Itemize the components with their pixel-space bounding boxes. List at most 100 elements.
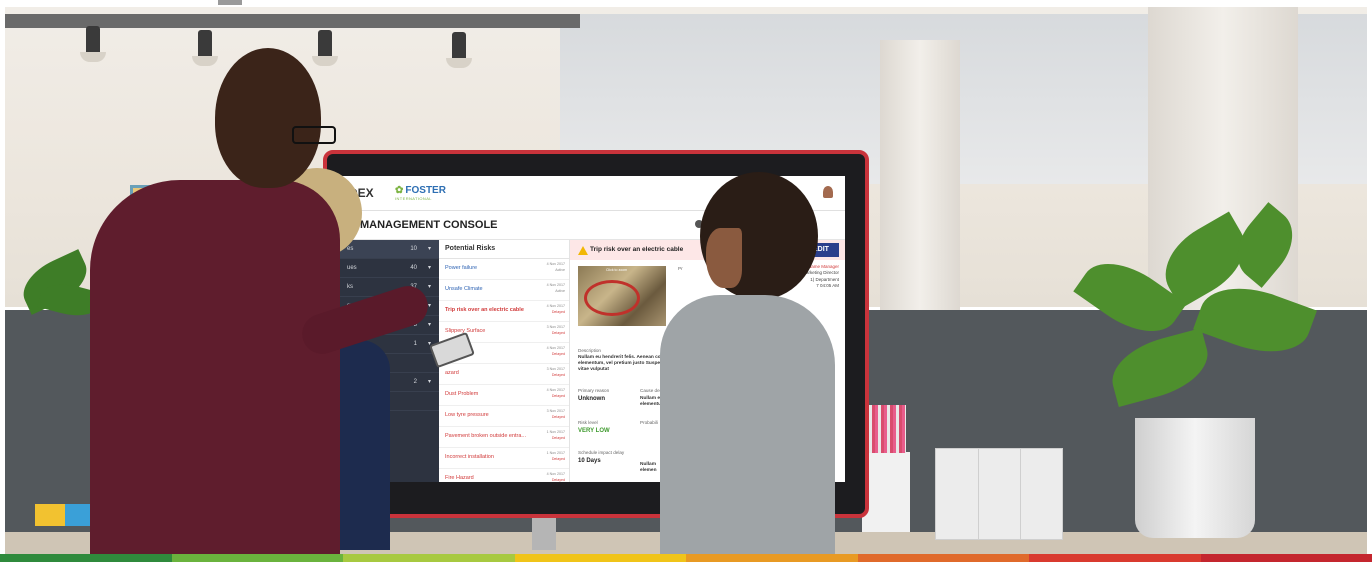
risk-row[interactable]: Power failure 4 Nov 2017 Active (439, 259, 569, 280)
chevron-down-icon: ▾ (427, 246, 431, 252)
risk-status: Delayed (551, 373, 565, 377)
chevron-down-icon: ▾ (427, 284, 431, 290)
risk-name: Low tyre pressure (445, 412, 489, 418)
risk-status: Delayed (551, 478, 565, 482)
risk-status: Delayed (551, 457, 565, 461)
risk-name: Trip risk over an electric cable (445, 307, 524, 313)
sidebar-item-label: ks (347, 284, 353, 290)
detail-title: Trip risk over an electric cable (590, 246, 684, 253)
risk-status: Delayed (551, 436, 565, 440)
person-maroon-shirt (90, 180, 340, 560)
probability-label: Probabili (640, 420, 658, 425)
risk-status: Active (555, 289, 565, 293)
risk-name: Fire Hazard (445, 475, 474, 481)
risk-status: Delayed (551, 394, 565, 398)
sidebar-item-count: 2 (413, 379, 417, 385)
risk-date: 4 Nov 2017 (546, 283, 565, 287)
risk-row[interactable]: Low tyre pressure 3 Nov 2017 Delayed (439, 406, 569, 427)
color-stripe-segment (1029, 554, 1201, 562)
warning-icon (578, 246, 588, 255)
risk-name: Pavement broken outside entra... (445, 433, 527, 439)
schedule-value: 10 Days (578, 458, 601, 464)
risk-date: 4 Nov 2017 (546, 472, 565, 476)
risk-date: 4 Nov 2017 (546, 346, 565, 350)
cable-highlight (584, 280, 640, 316)
risk-date: 1 Nov 2017 (546, 451, 565, 455)
sidebar-item-count: 10 (410, 246, 417, 252)
risk-row[interactable]: Incorrect installation 1 Nov 2017 Delayed (439, 448, 569, 469)
risk-name: Dust Problem (445, 391, 479, 397)
top-bar-mark (218, 0, 242, 5)
chevron-down-icon: ▾ (427, 379, 431, 385)
color-stripe-segment (171, 554, 343, 562)
leaf-icon: ✿ (395, 185, 404, 196)
risk-row[interactable]: azard 3 Nov 2017 Delayed (439, 364, 569, 385)
avatar[interactable] (823, 186, 833, 198)
color-stripe-segment (343, 554, 515, 562)
color-stripe-bar (0, 554, 1372, 562)
meta-prefix: Pr (678, 266, 683, 271)
risk-date: 4 Nov 2017 (546, 304, 565, 308)
risk-date: 4 Nov 2017 (546, 388, 565, 392)
sidebar-item[interactable]: es 10 ▾ (339, 240, 439, 259)
risk-status: Delayed (551, 415, 565, 419)
track-light (80, 26, 106, 62)
sidebar-item-label: es (347, 246, 354, 252)
risk-name: azard (445, 370, 459, 376)
risk-date: 3 Nov 2017 (546, 367, 565, 371)
sidebar-item-label: ues (347, 265, 357, 271)
risk-name: Incorrect installation (445, 454, 494, 460)
sidebar-item-count: 40 (410, 265, 417, 271)
pen-cup (862, 452, 910, 532)
risk-row[interactable]: Fire Hazard 4 Nov 2017 Delayed (439, 469, 569, 482)
risk-date: 3 Nov 2017 (546, 409, 565, 413)
photo-caption: Click to zoom (606, 268, 628, 272)
risk-row[interactable]: Trip risk over an electric cable 4 Nov 20… (439, 301, 569, 322)
risk-date: 4 Nov 2017 (546, 262, 565, 266)
risk-level-label: Risk level (578, 420, 598, 425)
color-stripe-segment (1200, 554, 1372, 562)
chevron-down-icon: ▾ (427, 303, 431, 309)
risk-row[interactable]: Unsafe Climate 4 Nov 2017 Active (439, 280, 569, 301)
risk-row[interactable]: Pavement broken outside entra... 1 Nov 20… (439, 427, 569, 448)
meta-line: 7 04:05 AM (816, 283, 839, 289)
sidebar-item[interactable]: ues 40 ▾ (339, 259, 439, 278)
office-scene: DEX ✿ FOSTER INTERNATIONAL K MANAGEMENT CO… (0, 0, 1372, 562)
top-bar (0, 0, 1372, 7)
binders (935, 448, 1063, 540)
color-stripe-segment (686, 554, 858, 562)
risk-date: 1 Nov 2017 (546, 430, 565, 434)
person-head (215, 48, 321, 188)
risk-row[interactable]: Dust Problem 4 Nov 2017 Delayed (439, 385, 569, 406)
color-stripe-segment (0, 554, 172, 562)
person-face (706, 228, 742, 288)
color-stripe-segment (514, 554, 686, 562)
color-stripe-segment (857, 554, 1029, 562)
chevron-down-icon: ▾ (427, 265, 431, 271)
foster-logo-sub: INTERNATIONAL (395, 196, 432, 201)
risk-date: 3 Nov 2017 (546, 325, 565, 329)
chevron-down-icon: ▾ (427, 322, 431, 328)
plant-pot (1135, 418, 1255, 538)
sidebar-item-count: 1 (413, 341, 417, 347)
risk-photo[interactable]: Click to zoom (578, 266, 666, 326)
track-light (312, 30, 338, 66)
risk-list: Potential Risks Power failure 4 Nov 2017 A… (439, 240, 570, 482)
schedule-label: Schedule impact delay (578, 450, 625, 455)
risk-status: Delayed (551, 310, 565, 314)
risk-list-title: Potential Risks (439, 240, 569, 259)
meta-line: 1) Department (810, 276, 839, 282)
risk-level-value: VERY LOW (578, 428, 610, 434)
risk-status: Delayed (551, 331, 565, 335)
risk-status: Delayed (551, 352, 565, 356)
primary-reason-label: Primary reason (578, 388, 610, 393)
track-light (192, 30, 218, 66)
risk-status: Active (555, 268, 565, 272)
risk-name: Power failure (445, 265, 478, 271)
risk-name: Unsafe Climate (445, 286, 483, 292)
pens (866, 405, 906, 453)
page-title: K MANAGEMENT CONSOLE (349, 219, 498, 231)
glasses (292, 126, 336, 144)
foster-logo-text: FOSTER (405, 185, 446, 196)
foster-logo: ✿ FOSTER INTERNATIONAL (395, 185, 446, 201)
